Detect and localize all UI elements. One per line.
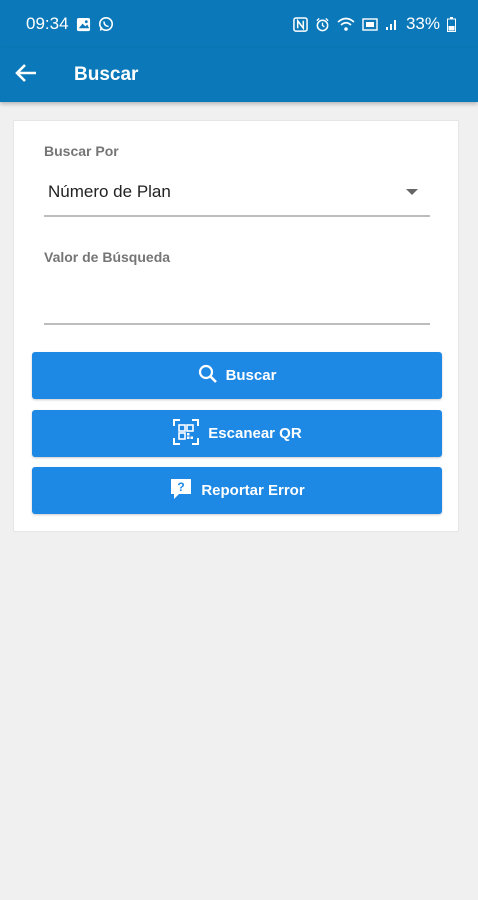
wifi-icon [337,17,355,32]
dropdown-caret-icon [406,189,418,195]
status-bar-right: 33% [293,14,456,34]
scan-qr-button-label: Escanear QR [208,425,302,442]
search-value-input[interactable] [44,281,430,325]
report-error-button-label: Reportar Error [201,482,305,499]
whatsapp-icon [98,16,114,32]
search-by-label: Buscar Por [44,143,119,159]
qr-scan-icon [172,418,200,450]
report-icon: ? [169,477,193,505]
search-value-label: Valor de Búsqueda [44,249,171,265]
search-button-label: Buscar [225,367,277,384]
alarm-icon [315,17,330,32]
status-time: 09:34 [26,14,69,33]
gallery-icon [76,17,91,32]
app-bar: Buscar [0,48,478,102]
battery-icon [447,16,456,32]
status-bar: 09:34 33% [0,0,478,48]
search-form-card: Buscar Por Número de Plan Valor de Búsqu… [13,120,459,532]
battery-percent: 33% [405,14,440,33]
back-button[interactable] [0,48,52,102]
svg-text:?: ? [178,480,185,494]
search-button[interactable]: Buscar [32,352,442,399]
search-by-select[interactable]: Número de Plan [44,169,430,217]
status-bar-left: 09:34 [26,14,114,34]
volte-icon [362,17,378,32]
arrow-left-icon [15,63,37,88]
scan-qr-button[interactable]: Escanear QR [32,410,442,457]
report-error-button[interactable]: ? Reportar Error [32,467,442,514]
search-icon [198,364,218,388]
nfc-icon [293,16,308,32]
search-by-value: Número de Plan [48,182,171,201]
page-title: Buscar [74,64,139,85]
signal-icon [385,17,399,31]
